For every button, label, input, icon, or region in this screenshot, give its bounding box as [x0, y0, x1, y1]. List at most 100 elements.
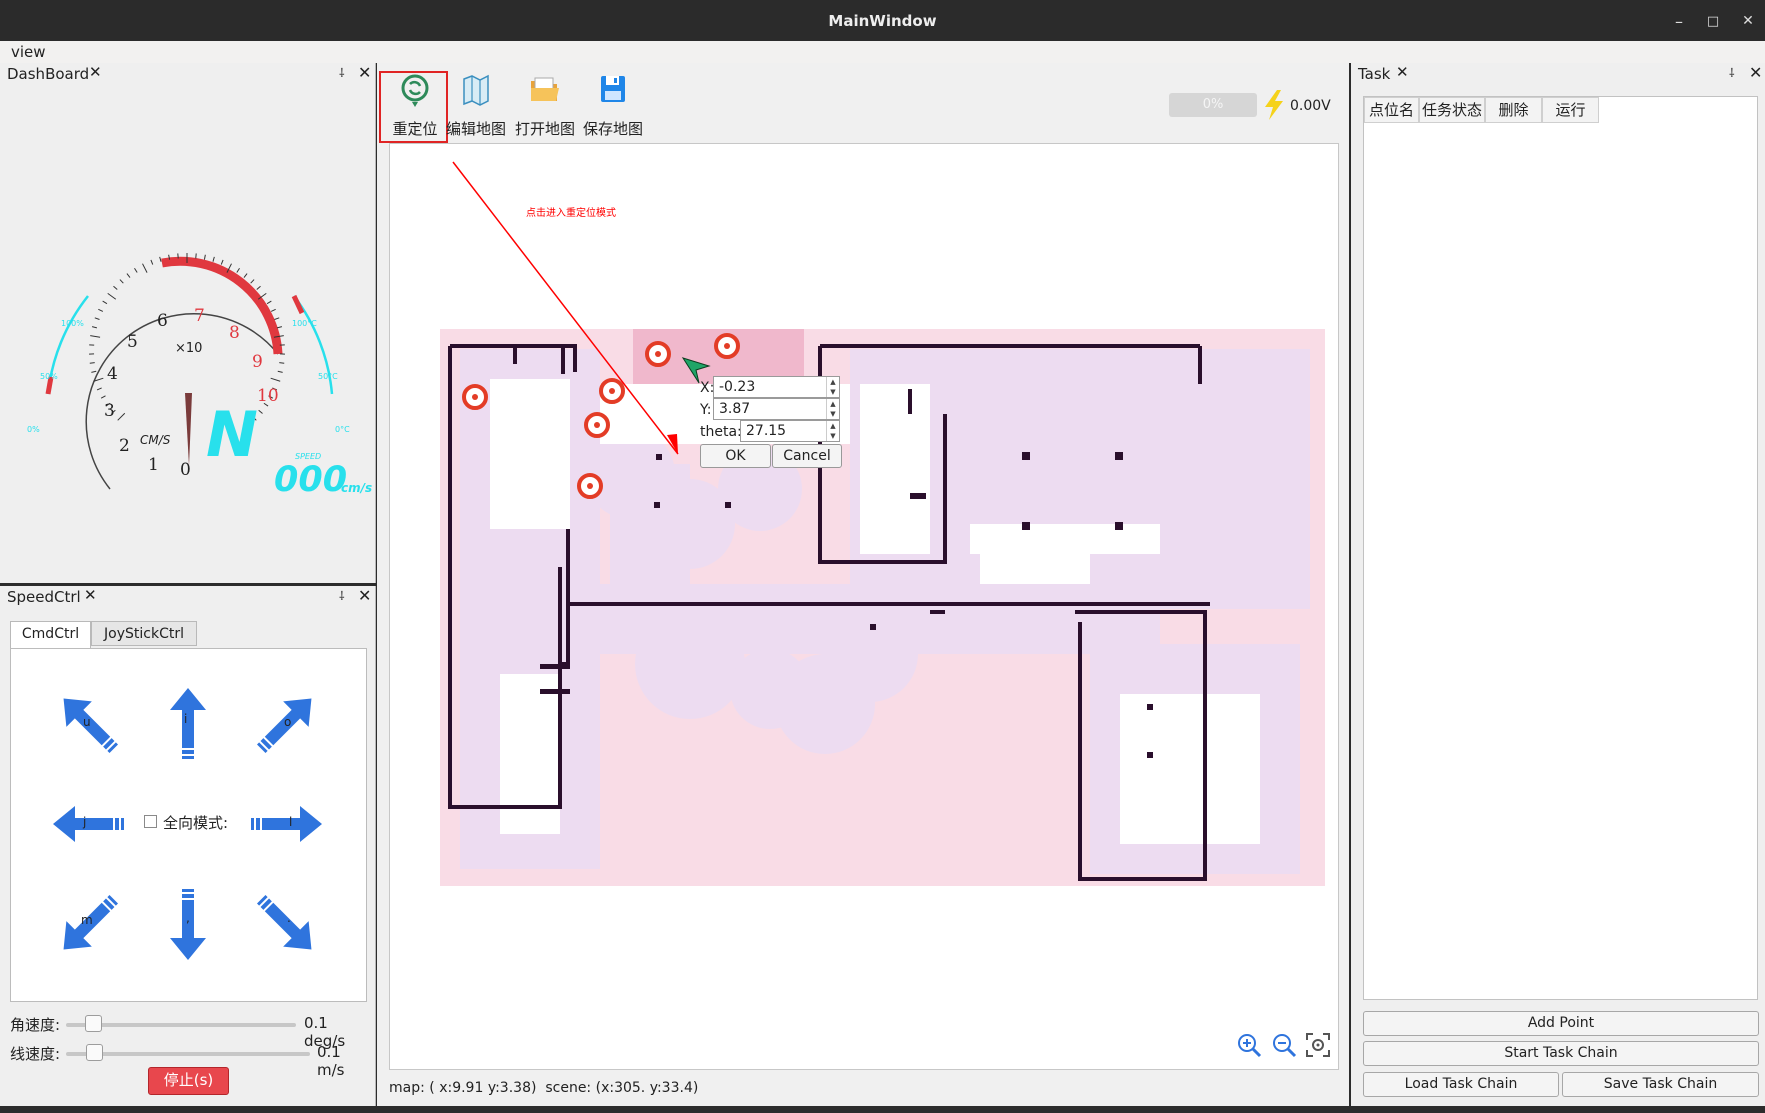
tick-label: 5	[127, 332, 138, 352]
menu-view[interactable]: view	[11, 43, 46, 61]
dial-tick	[142, 263, 148, 273]
gauge-unit: CM/S	[140, 433, 171, 447]
dial-tick	[256, 285, 261, 290]
tab-joystickctrl[interactable]: JoyStickCtrl	[91, 621, 197, 646]
dashboard-tab-close[interactable]: ✕	[89, 63, 102, 81]
pose-dialog: X: -0.23 ▲ ▼ Y: 3.87 ▲ ▼ theta: 27.15 ▲ ▼ OK C…	[700, 376, 845, 468]
spin-arrows-icon[interactable]: ▲ ▼	[826, 399, 839, 419]
load-task-chain-button[interactable]: Load Task Chain	[1363, 1072, 1559, 1097]
task-dock: Task ✕ ⸸ ✕ 点位名 任务状态 删除 运行 Add Point Star…	[1351, 63, 1765, 1106]
dial-tick	[94, 317, 100, 320]
relocate-button[interactable]: 重定位	[382, 73, 448, 139]
zoom-in-icon[interactable]	[1236, 1032, 1262, 1058]
arrow-right-icon[interactable]	[246, 784, 326, 864]
add-point-button[interactable]: Add Point	[1363, 1011, 1759, 1036]
y-label: Y:	[700, 402, 712, 418]
tab-cmdctrl[interactable]: CmdCtrl	[10, 621, 91, 648]
dial-tick	[274, 317, 280, 320]
maximize-button[interactable]: □	[1698, 0, 1728, 41]
angular-speed-handle[interactable]	[85, 1015, 102, 1032]
dashboard-dock: DashBoard ✕ ⸸ ✕ 0 1 2 3 4 5 6 7 8 9 10 ×…	[0, 63, 376, 583]
x-spinbox[interactable]: -0.23 ▲ ▼	[713, 376, 840, 398]
tick-label: 1	[148, 455, 159, 475]
tick-label: 3	[104, 401, 115, 421]
column-run[interactable]: 运行	[1542, 97, 1599, 123]
dashboard-title: DashBoard	[7, 65, 90, 83]
pin-icon[interactable]: ⸸	[1729, 64, 1735, 81]
status-map-label: map:	[389, 1080, 425, 1096]
dial-tick	[134, 267, 138, 273]
dial-tick	[107, 292, 117, 300]
speedctrl-title: SpeedCtrl	[7, 588, 81, 606]
tick-label: 6	[157, 311, 168, 331]
dial-tick	[113, 285, 118, 290]
y-spinbox[interactable]: 3.87 ▲ ▼	[713, 398, 840, 420]
minimize-button[interactable]: –	[1664, 0, 1694, 41]
needle	[185, 393, 192, 466]
battery-progress: 0%	[1169, 93, 1257, 117]
status-scene-value: (x:305. y:33.4)	[595, 1080, 699, 1096]
dial-tick	[91, 326, 98, 329]
tick-label: 7	[194, 306, 205, 326]
fit-view-icon[interactable]	[1305, 1032, 1331, 1058]
linear-speed-value: 0.1 m/s	[317, 1043, 345, 1079]
edit-map-icon	[463, 74, 489, 106]
pin-icon[interactable]: ⸸	[339, 64, 345, 81]
arrow-left-icon[interactable]	[49, 784, 129, 864]
angular-speed-label: 角速度:	[10, 1016, 61, 1034]
dial-tick	[270, 308, 276, 312]
tick-label: 4	[107, 364, 118, 384]
cancel-button[interactable]: Cancel	[772, 444, 842, 468]
arrow-down-right-icon[interactable]	[246, 884, 326, 964]
edit-map-label: 编辑地图	[445, 120, 506, 138]
key-dot: .	[287, 911, 291, 925]
window-titlebar: MainWindow – □ ✕	[0, 0, 1765, 41]
spin-arrows-icon[interactable]: ▲ ▼	[826, 421, 839, 441]
dial-tick	[270, 377, 281, 382]
tick-label: 9	[252, 352, 263, 372]
column-task-status[interactable]: 任务状态	[1419, 97, 1485, 123]
speed-value: 000	[274, 460, 348, 500]
column-point-name[interactable]: 点位名	[1364, 97, 1419, 123]
stop-button[interactable]: 停止(s)	[148, 1067, 229, 1095]
save-task-chain-button[interactable]: Save Task Chain	[1562, 1072, 1759, 1097]
edit-map-button[interactable]: 编辑地图	[443, 73, 509, 139]
close-window-button[interactable]: ✕	[1733, 0, 1763, 41]
spin-arrows-icon[interactable]: ▲ ▼	[826, 377, 839, 397]
ok-button[interactable]: OK	[700, 444, 771, 468]
arrow-up-icon[interactable]	[148, 684, 228, 764]
save-map-label: 保存地图	[582, 120, 643, 138]
dial-tick	[258, 409, 263, 414]
dock-close-icon[interactable]: ✕	[358, 586, 371, 605]
dial-tick	[212, 256, 215, 262]
theta-spinbox[interactable]: 27.15 ▲ ▼	[740, 420, 840, 442]
speedctrl-tab-close[interactable]: ✕	[84, 586, 97, 604]
status-bar: map: ( x:9.91 y:3.38) scene: (x:305. y:3…	[389, 1080, 1089, 1100]
dial-tick	[117, 412, 126, 421]
speed-unit: cm/s	[341, 481, 373, 495]
dial-tick	[102, 300, 108, 305]
pin-icon[interactable]: ⸸	[339, 587, 345, 604]
status-map-value: ( x:9.91 y:3.38)	[429, 1080, 537, 1096]
linear-speed-handle[interactable]	[86, 1044, 103, 1061]
cmdctrl-panel: u i o j 全向模式: l m , .	[10, 648, 367, 1002]
dock-close-icon[interactable]: ✕	[1749, 63, 1762, 82]
dashboard-header: DashBoard ✕ ⸸ ✕	[0, 63, 375, 85]
dock-close-icon[interactable]: ✕	[358, 63, 371, 82]
dial-tick	[100, 395, 106, 399]
key-m: m	[81, 913, 93, 927]
task-tab-close[interactable]: ✕	[1396, 63, 1409, 81]
omni-mode-checkbox[interactable]	[144, 815, 157, 828]
start-task-chain-button[interactable]: Start Task Chain	[1363, 1041, 1759, 1066]
dial-tick	[159, 256, 162, 262]
occupancy-map	[440, 161, 1325, 886]
speedometer-gauge	[45, 253, 334, 490]
key-u: u	[83, 715, 91, 729]
column-delete[interactable]: 删除	[1485, 97, 1542, 123]
zoom-out-icon[interactable]	[1271, 1032, 1297, 1058]
map-canvas[interactable]: 点击进入重定位模式 X: -0.23 ▲ ▼ Y: 3.87 ▲ ▼ theta: 27…	[389, 143, 1339, 1070]
tick-label: 10	[257, 386, 279, 406]
open-map-button[interactable]: 打开地图	[512, 73, 578, 139]
task-header: Task ✕ ⸸ ✕	[1351, 63, 1765, 85]
save-map-button[interactable]: 保存地图	[580, 73, 646, 139]
